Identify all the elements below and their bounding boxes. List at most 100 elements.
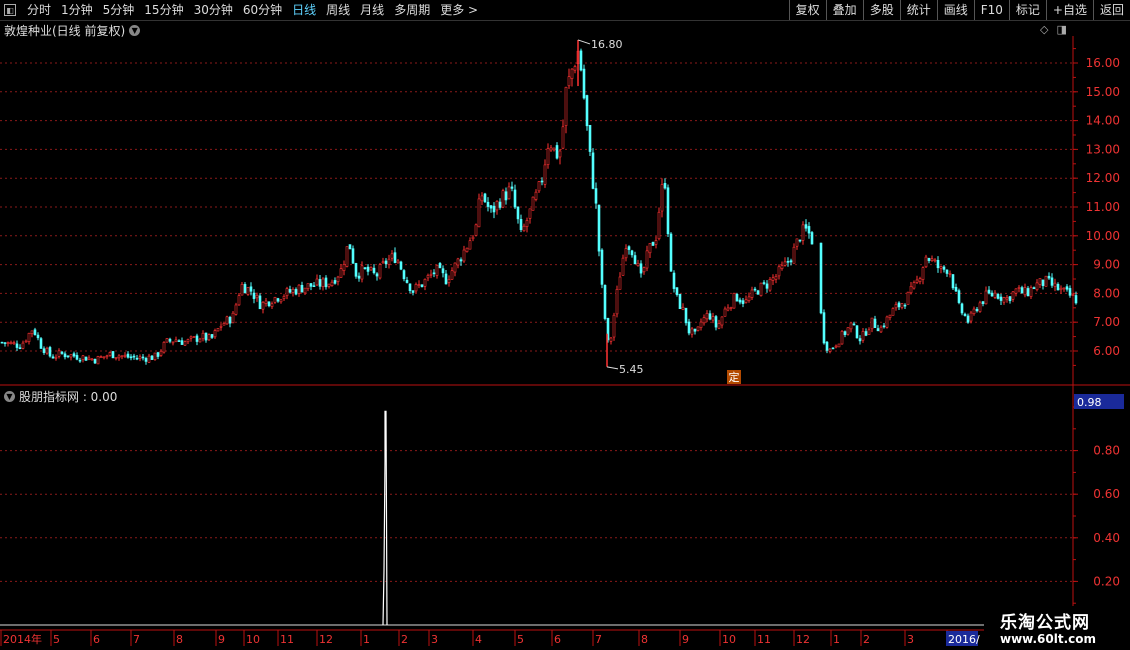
candle-body bbox=[591, 152, 595, 189]
candle-body bbox=[1062, 287, 1066, 290]
candle-body bbox=[330, 281, 334, 286]
candle-body bbox=[654, 240, 658, 245]
candle-body bbox=[1020, 287, 1024, 294]
candle-body bbox=[792, 246, 796, 264]
candle-body bbox=[630, 250, 634, 256]
time-label: 5 bbox=[517, 633, 524, 646]
candle-body bbox=[234, 304, 238, 315]
candle-body bbox=[885, 316, 889, 328]
candle-body bbox=[333, 280, 337, 284]
candle-body bbox=[408, 283, 412, 291]
candle-body bbox=[744, 299, 748, 303]
time-label: 7 bbox=[133, 633, 140, 646]
candle-body bbox=[39, 338, 43, 349]
candle-body bbox=[306, 283, 310, 290]
candle-body bbox=[30, 330, 34, 335]
candle-body bbox=[741, 300, 745, 304]
candle-body bbox=[105, 355, 109, 358]
time-label: 6 bbox=[554, 633, 561, 646]
candle-body bbox=[90, 358, 94, 361]
candle-body bbox=[999, 296, 1003, 301]
candle-body bbox=[462, 249, 466, 262]
candle-body bbox=[624, 248, 628, 259]
candle-body bbox=[153, 352, 157, 360]
candle-body bbox=[714, 316, 718, 328]
candle-body bbox=[273, 297, 277, 303]
candle-body bbox=[267, 301, 271, 307]
candle-body bbox=[1050, 277, 1054, 286]
candle-body bbox=[804, 224, 808, 229]
candle-body bbox=[111, 351, 115, 359]
candle-body bbox=[1053, 282, 1057, 287]
candle-body bbox=[1035, 282, 1039, 291]
candle-body bbox=[528, 208, 532, 219]
stock-chart[interactable]: 16.0015.0014.0013.0012.0011.0010.009.008… bbox=[0, 0, 1130, 650]
candle-body bbox=[270, 303, 274, 307]
candle-body bbox=[240, 284, 244, 296]
time-label: 2 bbox=[863, 633, 870, 646]
candle-body bbox=[384, 260, 388, 265]
candle-body bbox=[1011, 291, 1015, 300]
candle-body bbox=[195, 335, 199, 342]
candle-body bbox=[681, 306, 685, 310]
candle-body bbox=[510, 186, 514, 189]
candle-body bbox=[174, 339, 178, 343]
candle-body bbox=[1005, 297, 1009, 300]
candle-body bbox=[189, 336, 193, 339]
candle-body bbox=[282, 296, 286, 299]
candle-body bbox=[777, 266, 781, 277]
candle-body bbox=[525, 220, 529, 227]
candle-body bbox=[993, 292, 997, 298]
candle-body bbox=[873, 318, 877, 328]
candle-body bbox=[315, 278, 319, 286]
candle-body bbox=[474, 224, 478, 236]
candle-body bbox=[300, 284, 304, 293]
candle-body bbox=[213, 330, 217, 338]
candle-body bbox=[351, 248, 355, 264]
candle-body bbox=[825, 341, 829, 351]
candle-body bbox=[846, 327, 850, 335]
candle-body bbox=[615, 289, 619, 315]
indicator-series bbox=[0, 410, 1073, 626]
candle-body bbox=[879, 326, 883, 333]
candle-body bbox=[861, 331, 865, 341]
candle-body bbox=[738, 299, 742, 303]
candle-body bbox=[141, 356, 145, 359]
price-tick-label: 9.00 bbox=[1093, 258, 1120, 272]
candle-body bbox=[312, 285, 316, 287]
time-label: 2 bbox=[401, 633, 408, 646]
candle-body bbox=[516, 206, 520, 220]
price-tick-label: 10.00 bbox=[1086, 229, 1120, 243]
candle-body bbox=[834, 345, 838, 348]
candle-body bbox=[732, 292, 736, 309]
candle-body bbox=[840, 331, 844, 345]
price-axis: 16.00 15.00 14.00 13.00 12.00 11.00 10.00 9.00 8… bbox=[1073, 48, 1120, 366]
candle-body bbox=[411, 290, 415, 293]
watermark-url: www.60lt.com bbox=[1000, 632, 1097, 646]
time-label: 4 bbox=[475, 633, 482, 646]
candle-body bbox=[807, 226, 811, 234]
candle-body bbox=[114, 357, 118, 359]
candle-body bbox=[378, 264, 382, 279]
candle-body bbox=[186, 339, 190, 343]
candle-body bbox=[354, 263, 358, 277]
candle-body bbox=[303, 287, 307, 294]
candle-body bbox=[702, 317, 706, 324]
candle-body bbox=[486, 201, 490, 207]
candle-body bbox=[444, 273, 448, 285]
candle-body bbox=[36, 334, 40, 339]
candle-body bbox=[387, 258, 391, 265]
candle-body bbox=[390, 253, 394, 259]
candle-body bbox=[660, 184, 664, 212]
candle-body bbox=[123, 354, 127, 357]
candle-body bbox=[783, 261, 787, 266]
candle-body bbox=[393, 252, 397, 263]
candle-body bbox=[453, 262, 457, 273]
candle-body bbox=[858, 338, 862, 342]
candle-body bbox=[1029, 287, 1033, 297]
candle-body bbox=[828, 348, 832, 352]
candle-body bbox=[183, 341, 187, 346]
candle-body bbox=[75, 355, 79, 360]
candle-body bbox=[684, 307, 688, 324]
candle-body bbox=[87, 357, 91, 360]
